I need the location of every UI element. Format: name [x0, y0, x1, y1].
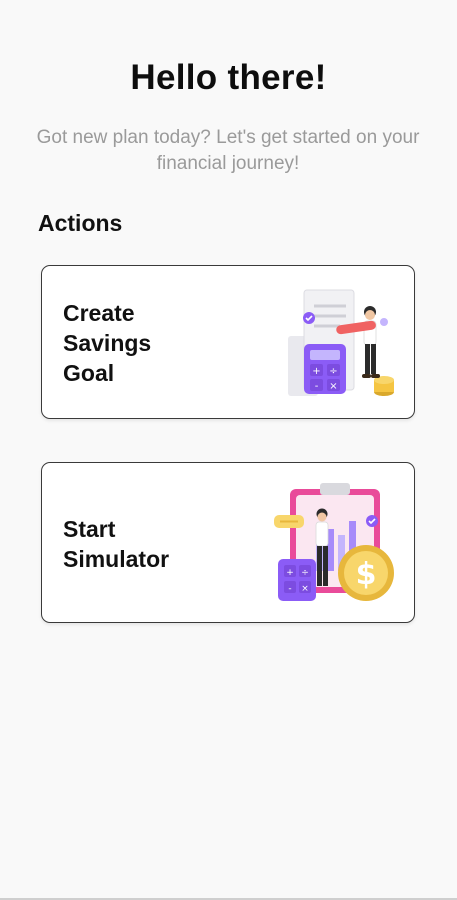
actions-section-title: Actions: [38, 210, 123, 236]
svg-text:$: $: [356, 557, 377, 592]
page-title: Hello there!: [130, 58, 327, 97]
page-subtitle: Got new plan today? Let's get started on…: [36, 127, 420, 174]
create-savings-goal-card[interactable]: Create Savings Goal + ÷ - ×: [41, 265, 415, 419]
start-simulator-label: Start Simulator: [63, 516, 170, 572]
start-simulator-card[interactable]: Start Simulator + ÷ - × $: [41, 462, 415, 623]
svg-text:+: +: [312, 366, 320, 377]
svg-text:÷: ÷: [301, 568, 309, 578]
savings-goal-illustration-icon: + ÷ - ×: [288, 289, 394, 396]
home-screen: Hello there! Got new plan today? Let's g…: [0, 0, 457, 900]
svg-text:×: ×: [301, 584, 309, 594]
svg-text:×: ×: [329, 381, 337, 392]
svg-text:-: -: [288, 584, 291, 594]
svg-text:+: +: [286, 568, 294, 578]
create-savings-goal-label: Create Savings Goal: [63, 300, 152, 386]
simulator-illustration-icon: + ÷ - × $: [274, 483, 394, 601]
svg-text:-: -: [315, 381, 319, 392]
svg-text:÷: ÷: [329, 366, 337, 377]
